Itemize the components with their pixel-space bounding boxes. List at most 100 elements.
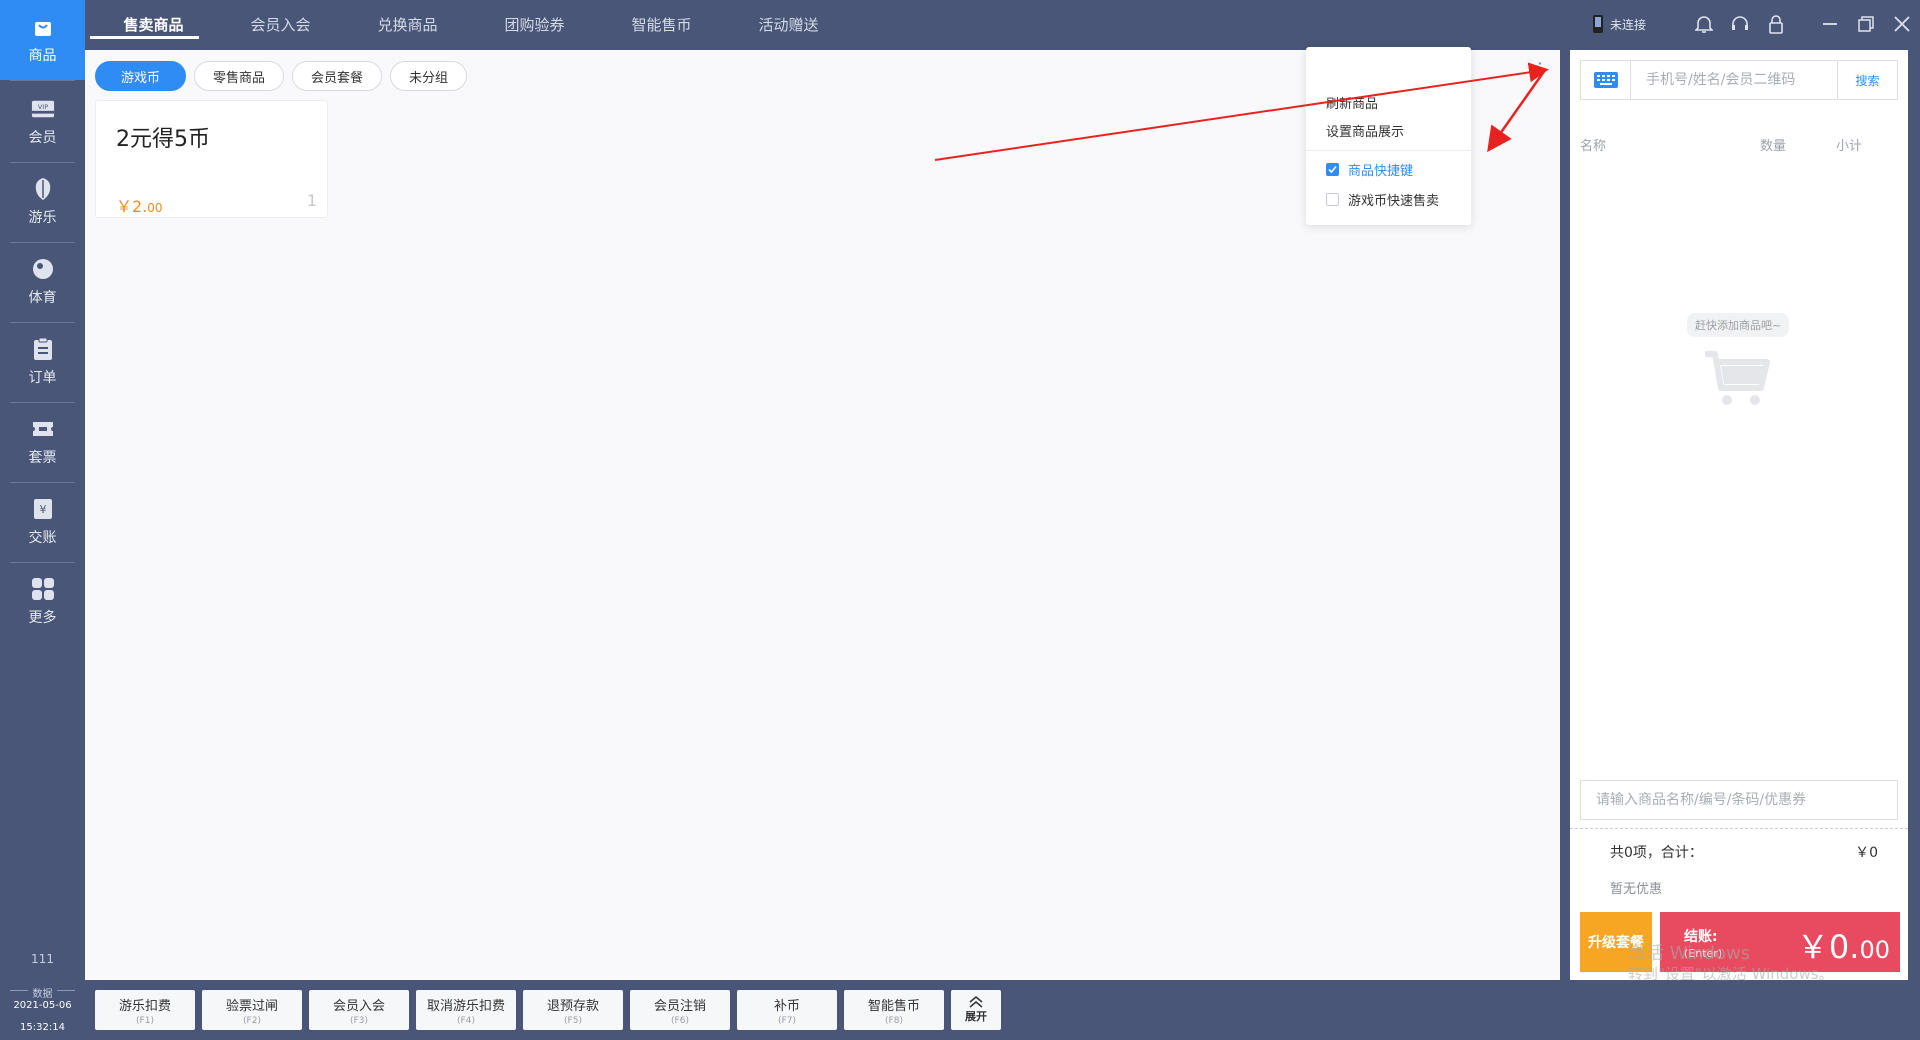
bell-icon[interactable] — [1686, 0, 1722, 48]
sidebar-item-label: 订单 — [28, 370, 57, 386]
expand-button[interactable]: 展开 — [951, 990, 1001, 1030]
product-count: 1 — [306, 191, 317, 210]
ball-icon — [31, 257, 55, 281]
checkbox-label: 商品快捷键 — [1348, 164, 1414, 179]
sidebar: 商品 VIP 会员 游乐 体育 订单 套票 ¥ 交账 更多 111 数据 202… — [0, 0, 85, 1040]
connection-label: 未连接 — [1609, 17, 1646, 32]
sidebar-item-label: 体育 — [28, 290, 57, 306]
category-tabs: 游戏币 零售商品 会员套餐 未分组 — [95, 61, 468, 91]
close-icon[interactable] — [1884, 0, 1920, 48]
grid-icon — [31, 577, 55, 601]
search-button[interactable]: 搜索 — [1837, 61, 1897, 99]
date-text: 2021-05-06 — [13, 1000, 72, 1011]
device-icon — [1592, 15, 1603, 33]
sidebar-item-label: 交账 — [28, 530, 57, 546]
menu-divider — [1306, 150, 1471, 151]
menu-item-refresh[interactable]: 刷新商品 — [1326, 93, 1378, 112]
sidebar-item-label: 套票 — [28, 450, 57, 466]
window-controls: 未连接 — [1592, 0, 1920, 48]
checkout-label: 结账: — [1684, 929, 1718, 945]
more-options-icon[interactable]: ⋮ — [1530, 58, 1550, 78]
fn-button-cancel-charge[interactable]: 取消游乐扣费 (F4) — [416, 990, 516, 1030]
member-search: 搜索 — [1580, 60, 1898, 100]
checkbox-checked-icon — [1326, 163, 1339, 176]
sidebar-item-label: 游乐 — [28, 210, 57, 226]
checkbox-label: 游戏币快速售卖 — [1348, 194, 1440, 209]
restore-icon[interactable] — [1848, 0, 1884, 48]
fn-button-member-cancel[interactable]: 会员注销 (F6) — [630, 990, 730, 1030]
category-tab-retail[interactable]: 零售商品 — [194, 61, 285, 91]
svg-text:VIP: VIP — [37, 103, 47, 111]
sidebar-item-label: 商品 — [28, 48, 57, 64]
summary-divider — [1570, 828, 1908, 829]
headset-icon[interactable] — [1722, 0, 1758, 48]
category-tab-ungrouped[interactable]: 未分组 — [390, 61, 468, 91]
product-search-input[interactable] — [1580, 780, 1898, 820]
sidebar-item-goods[interactable]: 商品 — [0, 0, 85, 80]
bag-icon — [31, 15, 55, 39]
user-number: 111 — [31, 952, 54, 966]
sidebar-item-settlement[interactable]: ¥ 交账 — [0, 482, 85, 562]
cart-panel: 搜索 名称 数量 小计 赶快添加商品吧~ 共0项，合计： ￥0 暂无优惠 升级套… — [1570, 50, 1908, 980]
tab-member-join[interactable]: 会员入会 — [217, 0, 344, 48]
menu-checkbox-quick-sell[interactable]: 游戏币快速售卖 — [1326, 190, 1439, 209]
cart-total: ￥0 — [1855, 845, 1878, 861]
menu-checkbox-shortcut[interactable]: 商品快捷键 — [1326, 160, 1413, 179]
connection-status[interactable]: 未连接 — [1592, 14, 1646, 34]
product-card[interactable]: 2元得5币 ￥2.00 1 — [95, 100, 328, 218]
tab-promo-gift[interactable]: 活动赠送 — [725, 0, 852, 48]
fn-button-amusement-charge[interactable]: 游乐扣费 (F1) — [95, 990, 195, 1030]
fn-button-refund-deposit[interactable]: 退预存款 (F5) — [523, 990, 623, 1030]
product-title: 2元得5币 — [116, 127, 210, 152]
col-subtotal: 小计 — [1836, 139, 1863, 154]
ticket-icon — [31, 417, 55, 441]
discount-status: 暂无优惠 — [1610, 882, 1663, 897]
vip-card-icon: VIP — [31, 97, 55, 121]
cart-icon — [1703, 350, 1773, 414]
top-tabs: 售卖商品 会员入会 兑换商品 团购验券 智能售币 活动赠送 — [90, 0, 852, 48]
tab-groupon-verify[interactable]: 团购验券 — [471, 0, 598, 48]
sidebar-divider — [10, 80, 75, 81]
checkout-button[interactable]: 结账: (Enter) ￥0.00 — [1660, 912, 1900, 972]
fn-button-member-join[interactable]: 会员入会 (F3) — [309, 990, 409, 1030]
checkout-key: (Enter) — [1684, 947, 1723, 960]
upgrade-package-button[interactable]: 升级套餐 — [1580, 912, 1652, 972]
col-name: 名称 — [1580, 139, 1607, 154]
chevron-up-icon — [969, 996, 983, 1008]
checkbox-unchecked-icon — [1326, 193, 1339, 206]
product-price: ￥2.00 — [116, 197, 163, 216]
time-text: 15:32:14 — [20, 1022, 65, 1033]
minimize-icon[interactable] — [1812, 0, 1848, 48]
options-menu: 刷新商品 设置商品展示 商品快捷键 游戏币快速售卖 — [1306, 47, 1471, 225]
member-search-input[interactable] — [1631, 61, 1837, 99]
checkout-amount: ￥0.00 — [1796, 928, 1890, 966]
sidebar-item-label: 会员 — [28, 130, 57, 146]
tab-exchange-goods[interactable]: 兑换商品 — [344, 0, 471, 48]
datetime: 2021-05-06 15:32:14 — [0, 995, 85, 1039]
tab-sell-goods[interactable]: 售卖商品 — [90, 0, 217, 48]
fn-button-smart-coin[interactable]: 智能售币 (F8) — [844, 990, 944, 1030]
lock-icon[interactable] — [1758, 0, 1794, 48]
col-quantity: 数量 — [1760, 139, 1787, 154]
cart-summary: 共0项，合计： — [1610, 845, 1703, 861]
sidebar-item-label: 更多 — [28, 610, 57, 626]
sidebar-item-more[interactable]: 更多 — [0, 562, 85, 642]
empty-hint: 赶快添加商品吧~ — [1687, 313, 1790, 337]
fn-button-add-coin[interactable]: 补币 (F7) — [737, 990, 837, 1030]
date-label: 数据 — [10, 985, 75, 1000]
yuan-icon: ¥ — [31, 497, 55, 521]
category-tab-game-coin[interactable]: 游戏币 — [95, 61, 186, 91]
fn-button-ticket-gate[interactable]: 验票过闸 (F2) — [202, 990, 302, 1030]
svg-text:¥: ¥ — [39, 503, 46, 516]
keyboard-icon[interactable] — [1581, 61, 1631, 99]
tab-smart-coin[interactable]: 智能售币 — [598, 0, 725, 48]
sidebar-item-amusement[interactable]: 游乐 — [0, 162, 85, 242]
shield-icon — [31, 177, 55, 201]
sidebar-item-sports[interactable]: 体育 — [0, 242, 85, 322]
category-tab-member-package[interactable]: 会员套餐 — [292, 61, 383, 91]
sidebar-item-ticket[interactable]: 套票 — [0, 402, 85, 482]
sidebar-item-orders[interactable]: 订单 — [0, 322, 85, 402]
sidebar-item-member[interactable]: VIP 会员 — [0, 82, 85, 162]
menu-item-display-settings[interactable]: 设置商品展示 — [1326, 121, 1404, 140]
clipboard-icon — [31, 337, 55, 361]
